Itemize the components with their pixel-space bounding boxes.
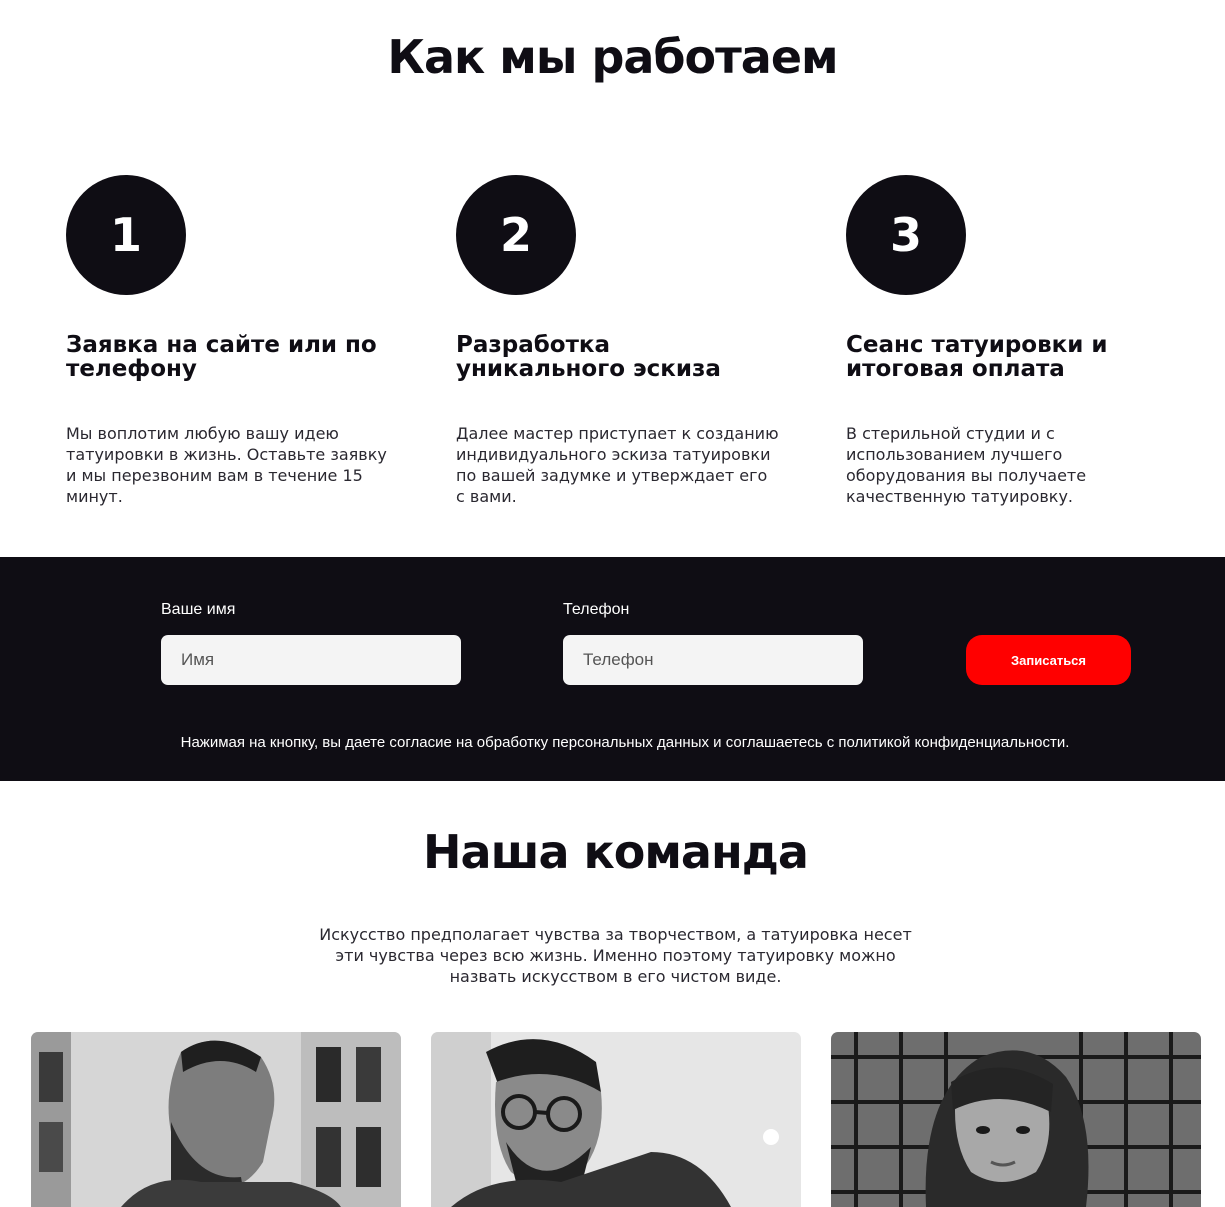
portrait-woman (831, 1032, 1201, 1207)
step-title: Заявка на сайте или по телефону (66, 332, 377, 382)
step-1: 1 Заявка на сайте или по телефону Мы воп… (66, 175, 396, 506)
step-description: Мы воплотим любую вашу идею татуировки в… (66, 424, 387, 506)
step-number-badge: 2 (456, 175, 576, 295)
step-3: 3 Сеанс татуировки и итоговая оплата В с… (846, 175, 1176, 506)
how-we-work-title: Как мы работаем (387, 30, 838, 84)
signup-button[interactable]: Записаться (966, 635, 1131, 685)
step-number: 1 (109, 208, 142, 262)
team-member-photo-3[interactable] (831, 1032, 1201, 1207)
step-number: 3 (889, 208, 922, 262)
step-2: 2 Разработка уникального эскиза Далее ма… (456, 175, 786, 506)
step-number-badge: 1 (66, 175, 186, 295)
team-member-photo-2[interactable] (431, 1032, 801, 1207)
name-field-label: Ваше имя (161, 601, 236, 618)
step-number-badge: 3 (846, 175, 966, 295)
name-input[interactable] (161, 635, 461, 685)
step-title: Сеанс татуировки и итоговая оплата (846, 332, 1108, 382)
phone-input[interactable] (563, 635, 863, 685)
team-description: Искусство предполагает чувства за творче… (319, 925, 912, 986)
step-number: 2 (499, 208, 532, 262)
team-member-photo-1[interactable] (31, 1032, 401, 1207)
team-title: Наша команда (423, 825, 809, 879)
signup-form: Ваше имя Телефон Записаться Нажимая на к… (0, 557, 1225, 781)
portrait-man-profile (31, 1032, 401, 1207)
phone-field-label: Телефон (563, 601, 630, 618)
portrait-man-glasses (431, 1032, 801, 1207)
step-description: В стерильной студии и с использованием л… (846, 424, 1087, 506)
step-description: Далее мастер приступает к созданию индив… (456, 424, 779, 506)
step-title: Разработка уникального эскиза (456, 332, 721, 382)
consent-text: Нажимая на кнопку, вы даете согласие на … (180, 734, 1070, 751)
